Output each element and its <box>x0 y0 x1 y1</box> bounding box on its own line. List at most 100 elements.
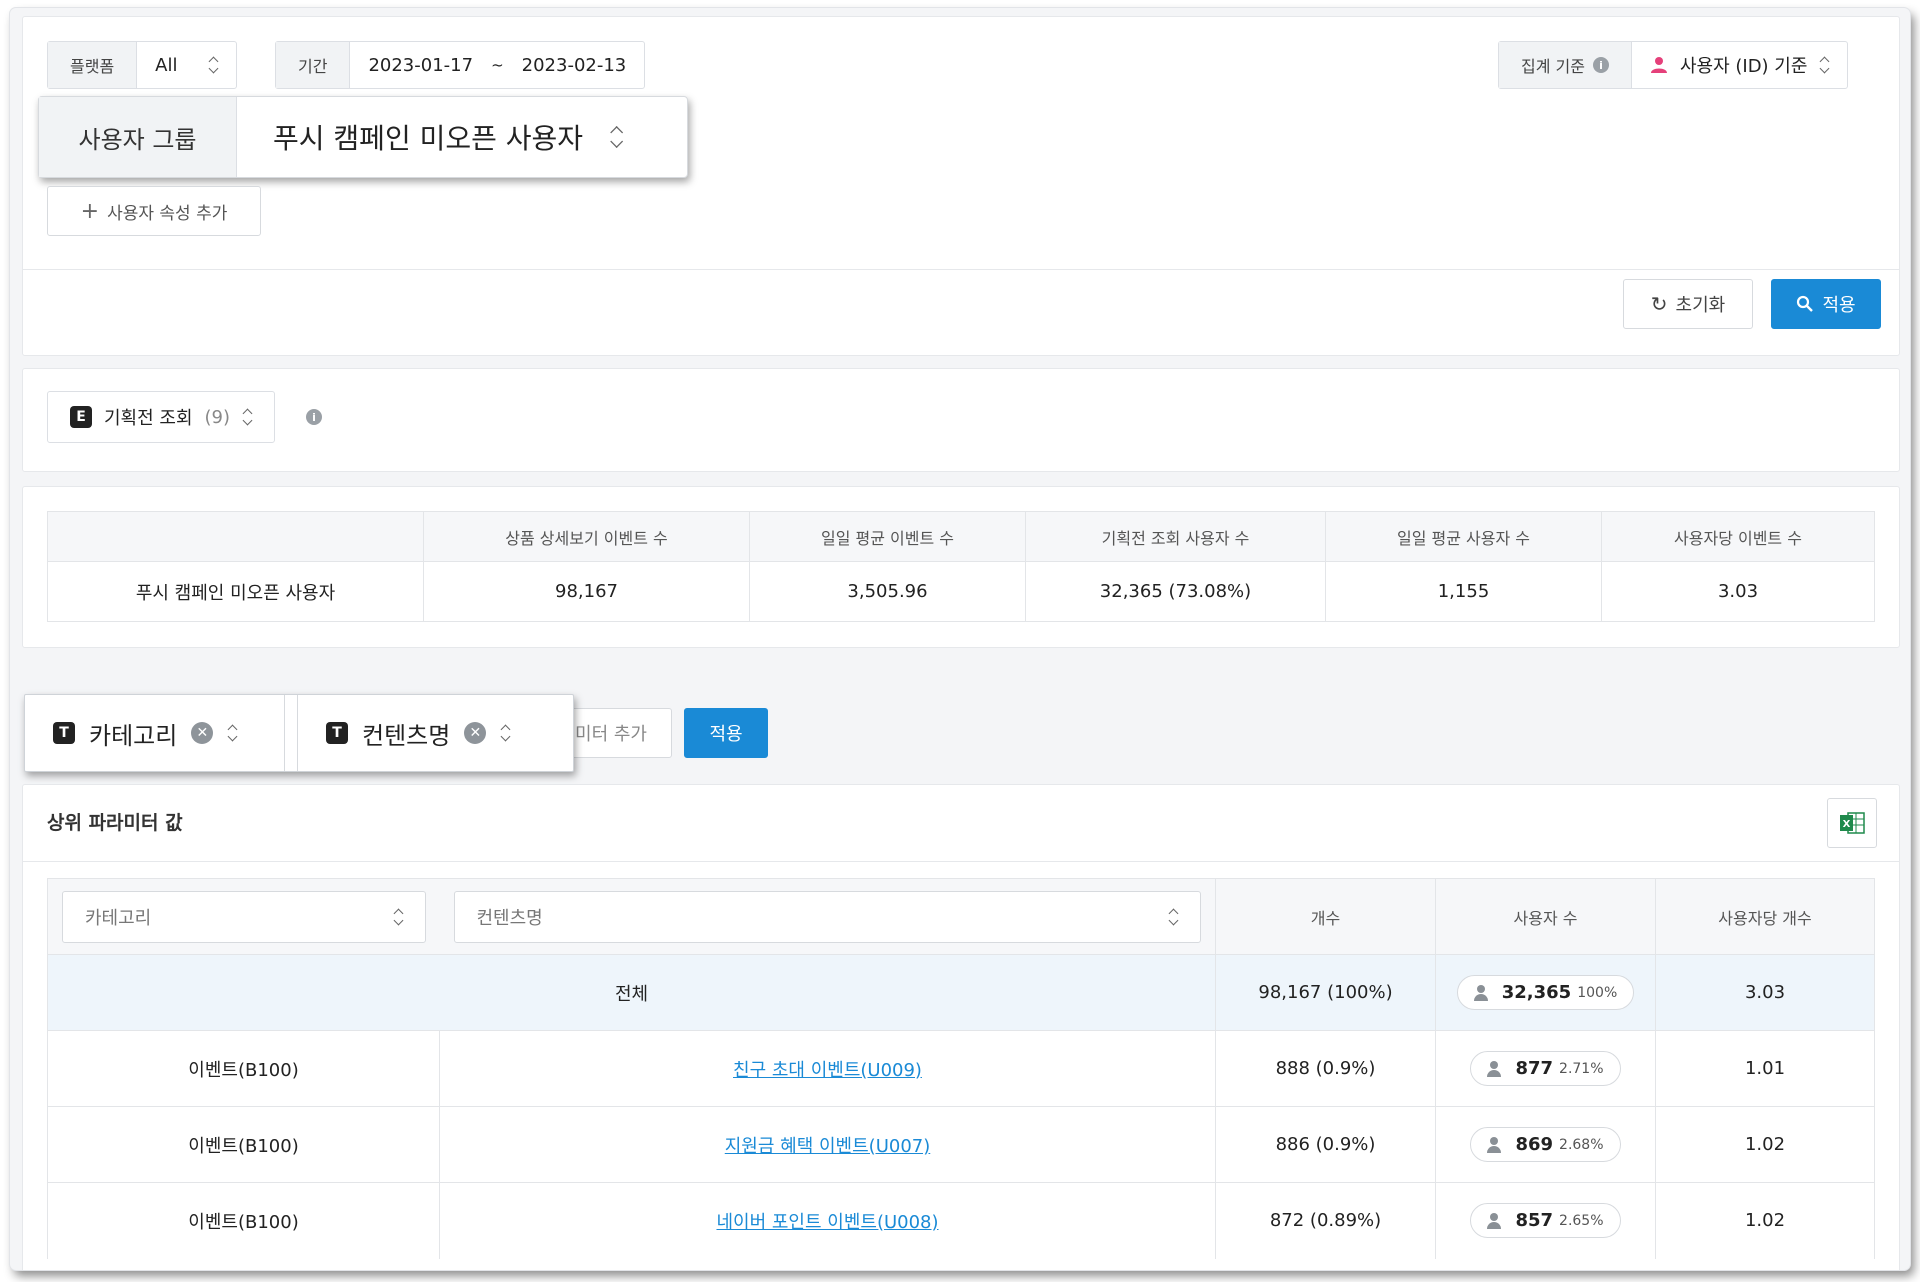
reset-label: 초기화 <box>1675 295 1726 316</box>
users-column-header: 사용자 수 <box>1435 878 1656 955</box>
apply-button[interactable]: 적용 <box>1771 279 1881 329</box>
row-content: 지원금 혜택 이벤트(U007) <box>439 1106 1216 1183</box>
param-apply-label: 적용 <box>709 724 743 745</box>
event-info-icon[interactable]: i <box>306 409 322 425</box>
chevron-updown-icon <box>1168 908 1178 926</box>
category-select[interactable]: 카테고리 <box>62 890 426 943</box>
period-filter[interactable]: 기간 2023-01-17 ~ 2023-02-13 <box>275 41 646 89</box>
content-link[interactable]: 네이버 포인트 이벤트(U008) <box>716 1212 938 1233</box>
category-column-header: 카테고리 <box>47 878 440 955</box>
summary-table: 상품 상세보기 이벤트 수 일일 평균 이벤트 수 기획전 조회 사용자 수 일… <box>47 511 1875 622</box>
row-users: 857 2.65% <box>1435 1182 1656 1259</box>
users-icon <box>1487 1212 1509 1229</box>
total-label: 전체 <box>47 954 1216 1031</box>
param-chip-category[interactable]: T 카테고리 ✕ <box>25 695 285 771</box>
apply-label: 적용 <box>1822 295 1856 316</box>
row-content: 친구 초대 이벤트(U009) <box>439 1030 1216 1107</box>
param-chip-label: 컨텐츠명 <box>362 721 451 750</box>
chevron-updown-icon <box>227 724 237 742</box>
top-params-table: 카테고리 컨텐츠명 개수 사용자 수 사용자당 개수 전체 98,167 (10… <box>47 878 1875 1259</box>
chevron-updown-icon <box>500 724 510 742</box>
summary-header: 기획전 조회 사용자 수 <box>1025 511 1326 562</box>
row-count: 886 (0.9%) <box>1215 1106 1436 1183</box>
chevron-updown-icon <box>1819 56 1829 74</box>
table-row: 이벤트(B100) 지원금 혜택 이벤트(U007) 886 (0.9%) 86… <box>47 1106 1875 1183</box>
summary-header: 상품 상세보기 이벤트 수 <box>423 511 750 562</box>
add-attr-label: 사용자 속성 추가 <box>107 203 228 224</box>
period-label: 기간 <box>276 42 351 88</box>
table-header-row: 카테고리 컨텐츠명 개수 사용자 수 사용자당 개수 <box>47 878 1875 955</box>
content-placeholder: 컨텐츠명 <box>476 907 543 929</box>
event-badge: E <box>70 406 92 428</box>
period-end[interactable]: 2023-02-13 <box>522 55 627 76</box>
period-start[interactable]: 2023-01-17 <box>368 55 473 76</box>
total-count: 98,167 (100%) <box>1215 954 1436 1031</box>
row-per-user: 1.02 <box>1655 1106 1875 1183</box>
row-category: 이벤트(B100) <box>47 1106 440 1183</box>
users-pct: 2.71% <box>1559 1060 1604 1077</box>
platform-label: 플랫폼 <box>48 42 138 88</box>
event-selector[interactable]: E 기획전 조회 (9) <box>47 391 276 443</box>
users-pill[interactable]: 857 2.65% <box>1470 1203 1621 1239</box>
content-link[interactable]: 친구 초대 이벤트(U009) <box>733 1060 922 1081</box>
row-per-user: 1.01 <box>1655 1030 1875 1107</box>
agg-value: 사용자 (ID) 기준 <box>1679 56 1808 77</box>
param-type-badge: T <box>53 722 75 744</box>
chevron-updown-icon <box>393 908 403 926</box>
param-chip-group: T 카테고리 ✕ T 컨텐츠명 ✕ <box>24 694 574 772</box>
content-select[interactable]: 컨텐츠명 <box>453 890 1201 943</box>
reset-button[interactable]: ↻ 초기화 <box>1623 279 1753 329</box>
period-sep: ~ <box>491 56 504 74</box>
platform-value: All <box>155 54 178 76</box>
summary-header-row: 상품 상세보기 이벤트 수 일일 평균 이벤트 수 기획전 조회 사용자 수 일… <box>47 511 1875 562</box>
aggregation-filter[interactable]: 집계 기준 i 사용자 (ID) 기준 <box>1498 41 1849 89</box>
summary-cell: 3,505.96 <box>749 561 1026 622</box>
row-users: 869 2.68% <box>1435 1106 1656 1183</box>
add-user-attribute-button[interactable]: + 사용자 속성 추가 <box>47 186 261 236</box>
table-row-total: 전체 98,167 (100%) 32,365 100% 3.03 <box>47 954 1875 1031</box>
users-pill[interactable]: 32,365 100% <box>1456 975 1635 1010</box>
total-per-user: 3.03 <box>1655 954 1875 1031</box>
event-count: (9) <box>204 406 231 428</box>
users-pct: 2.65% <box>1559 1212 1604 1229</box>
users-value: 869 <box>1515 1134 1554 1155</box>
users-value: 32,365 <box>1501 982 1572 1003</box>
user-group-value: 푸시 캠페인 미오픈 사용자 <box>273 122 584 155</box>
summary-cell: 3.03 <box>1601 561 1875 622</box>
app-frame: 플랫폼 All 기간 2023-01-17 ~ 2023-02-13 집계 기준… <box>10 8 1910 1270</box>
param-chip-label: 카테고리 <box>89 721 178 750</box>
summary-header: 일일 평균 사용자 수 <box>1325 511 1602 562</box>
users-icon <box>1487 1136 1509 1153</box>
param-type-badge: T <box>326 722 348 744</box>
users-pill[interactable]: 877 2.71% <box>1470 1051 1621 1086</box>
plus-icon: + <box>80 198 100 224</box>
summary-header: 사용자당 이벤트 수 <box>1601 511 1875 562</box>
excel-download-button[interactable]: X <box>1827 798 1877 848</box>
user-icon <box>1650 57 1667 73</box>
refresh-icon: ↻ <box>1650 292 1668 316</box>
users-pct: 2.68% <box>1559 1136 1604 1153</box>
summary-row: 푸시 캠페인 미오픈 사용자 98,167 3,505.96 32,365 (7… <box>47 561 1875 622</box>
info-icon[interactable]: i <box>1592 57 1609 73</box>
user-group-filter[interactable]: 사용자 그룹 푸시 캠페인 미오픈 사용자 <box>38 96 688 178</box>
summary-header: 일일 평균 이벤트 수 <box>749 511 1026 562</box>
remove-icon[interactable]: ✕ <box>191 722 214 744</box>
users-pill[interactable]: 869 2.68% <box>1470 1127 1621 1162</box>
content-link[interactable]: 지원금 혜택 이벤트(U007) <box>725 1136 931 1157</box>
divider <box>23 269 1899 270</box>
param-chip-content[interactable]: T 컨텐츠명 ✕ <box>297 695 573 771</box>
chevron-updown-icon <box>242 408 252 426</box>
platform-filter[interactable]: 플랫폼 All <box>47 41 237 89</box>
row-category: 이벤트(B100) <box>47 1030 440 1107</box>
summary-cell: 1,155 <box>1325 561 1602 622</box>
row-category: 이벤트(B100) <box>47 1182 440 1259</box>
row-count: 872 (0.89%) <box>1215 1182 1436 1259</box>
users-icon <box>1487 1060 1509 1077</box>
divider <box>23 861 1899 862</box>
content-column-header: 컨텐츠명 <box>439 878 1216 955</box>
event-name: 기획전 조회 <box>104 408 193 429</box>
category-placeholder: 카테고리 <box>85 907 152 929</box>
row-content: 네이버 포인트 이벤트(U008) <box>439 1182 1216 1259</box>
param-apply-button[interactable]: 적용 <box>684 708 768 758</box>
remove-icon[interactable]: ✕ <box>464 722 487 744</box>
